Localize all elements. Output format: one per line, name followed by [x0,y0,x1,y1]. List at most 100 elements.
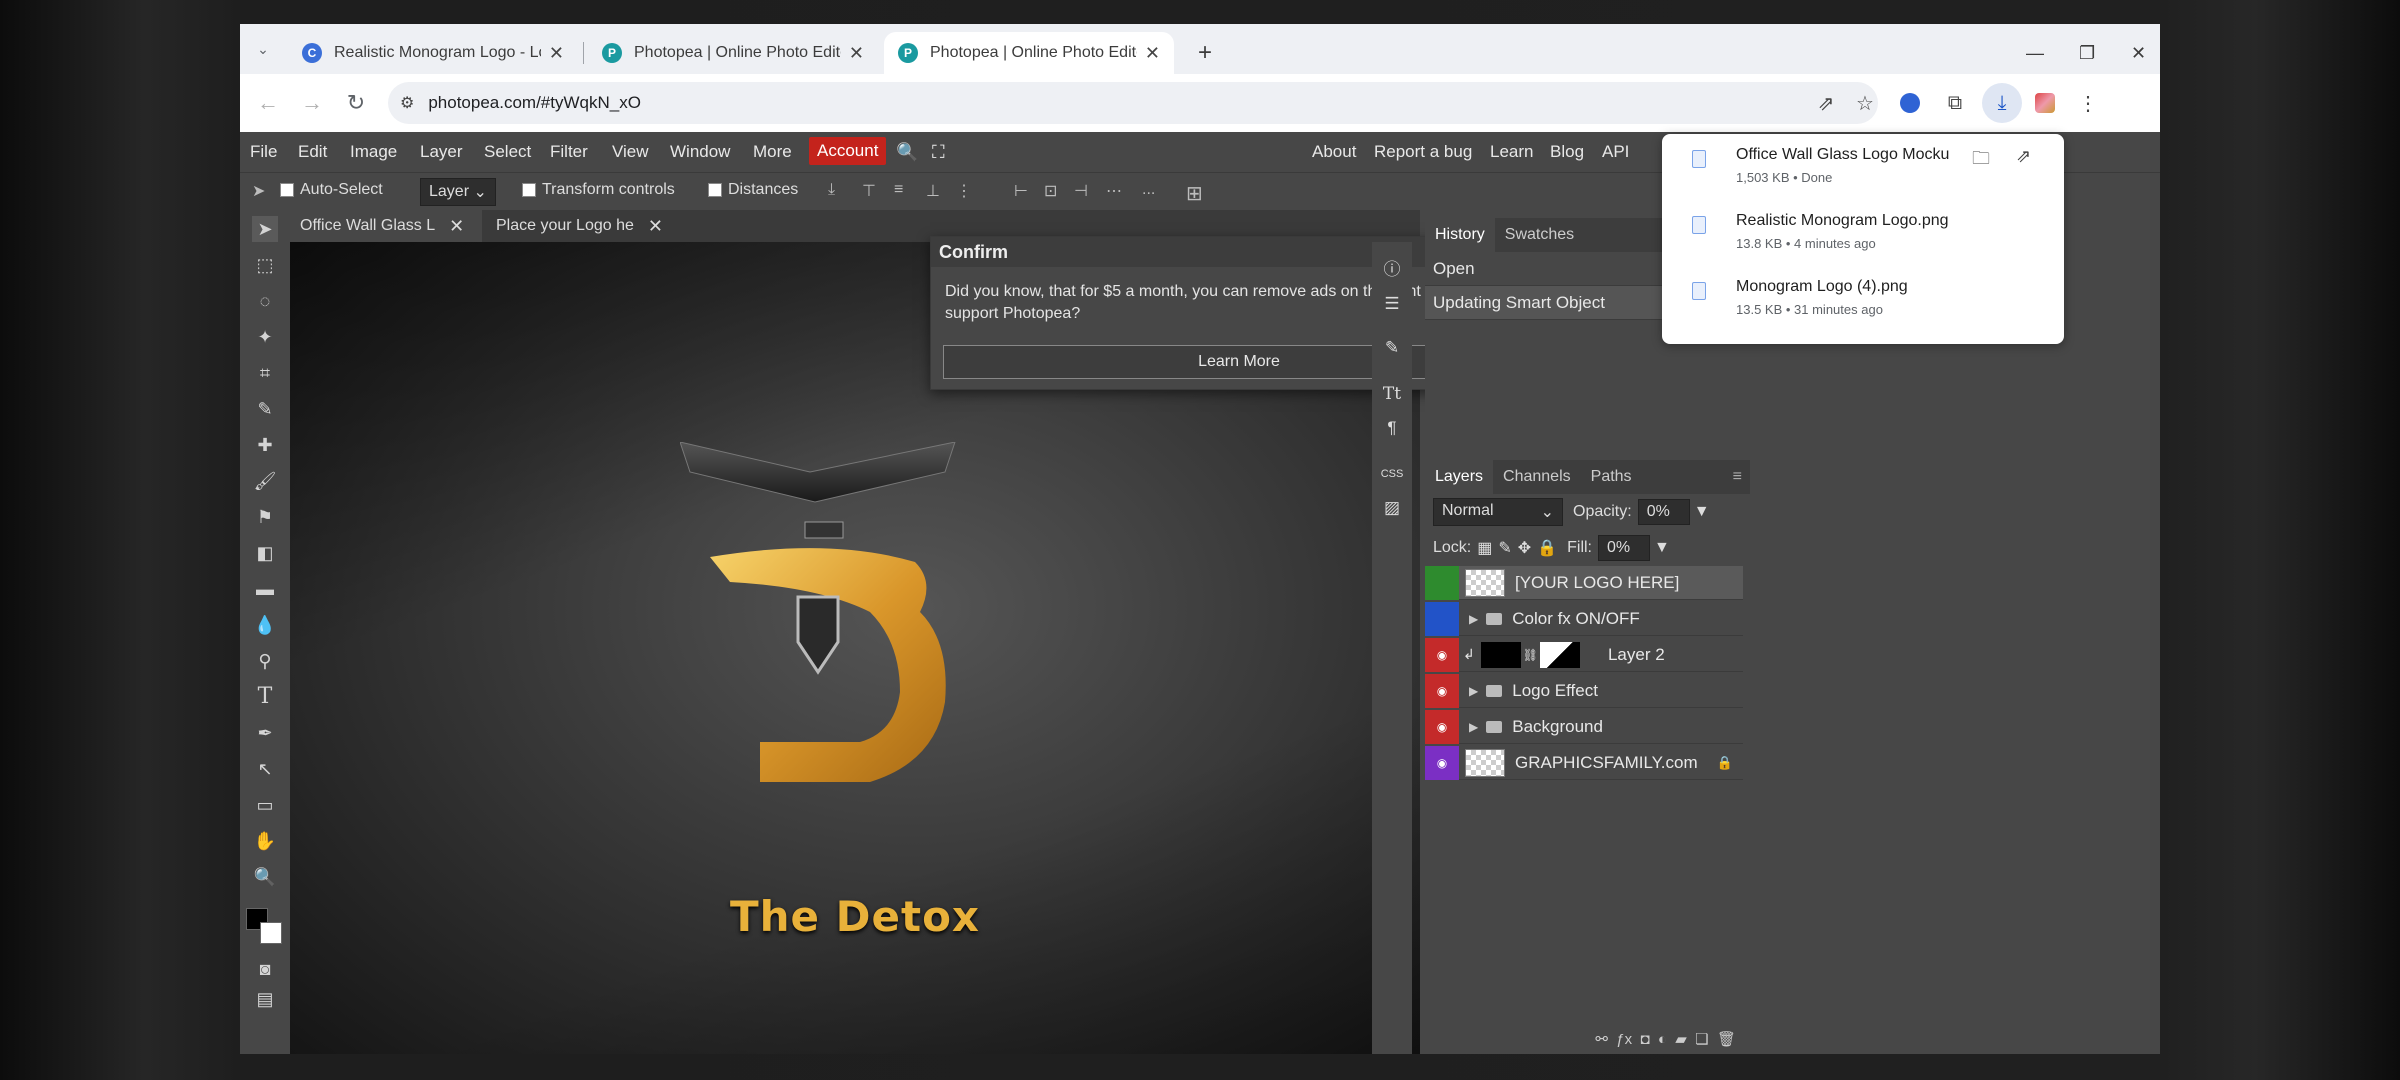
layer-select-dropdown[interactable]: Layer ⌄ [420,178,496,206]
distances-checkbox[interactable]: Distances [708,181,798,199]
menu-file[interactable]: File [250,142,277,162]
tab-paths[interactable]: Paths [1581,460,1642,494]
browser-tab-1[interactable]: C Realistic Monogram Logo - Logo ✕ [288,32,578,74]
panel-menu-icon[interactable]: ≡ [1733,468,1742,486]
lock-all-icon[interactable]: 🔒 [1537,538,1557,558]
profile-avatar[interactable] [2025,83,2065,123]
layer-row[interactable]: ◉ ▶ Logo Effect [1425,673,1743,708]
hand-tool-icon[interactable]: ✋ [252,828,278,854]
type-tool-icon[interactable]: T [252,684,278,710]
close-document-icon[interactable]: ✕ [648,216,663,237]
eyedropper-icon[interactable]: ✎ [252,396,278,422]
menu-report-bug[interactable]: Report a bug [1374,142,1472,162]
layer-row[interactable]: ◉ ▶ Background [1425,709,1743,744]
eraser-tool-icon[interactable]: ◧ [252,540,278,566]
healing-brush-icon[interactable]: ✚ [252,432,278,458]
close-window-button[interactable]: ✕ [2117,32,2160,74]
align-download-icon[interactable]: ⤓ [828,181,835,199]
address-bar[interactable]: ⚙ photopea.com/#tyWqkN_xO [388,82,1878,124]
eye-icon[interactable]: ◉ [1425,637,1459,672]
document-tab-2[interactable]: Place your Logo he ✕ [486,210,678,242]
align-top-icon[interactable]: ⊤ [862,181,876,201]
fill-dropdown-icon[interactable]: ▼ [1654,539,1670,557]
downloads-icon[interactable]: ⤓ [1982,83,2022,123]
eye-icon[interactable]: ◉ [1425,673,1459,708]
adjustment-layer-icon[interactable]: ◐ [1658,1031,1667,1048]
crop-tool-icon[interactable]: ⌗ [252,360,278,386]
expand-arrow-icon[interactable]: ▶ [1469,720,1478,734]
tab-search-button[interactable]: ⌄ [248,34,278,64]
dodge-tool-icon[interactable]: ⚲ [252,648,278,674]
brush-tool-icon[interactable]: 🖌 [252,468,278,494]
layer-row[interactable]: ◉ GRAPHICSFAMILY.com 🔒 [1425,745,1743,780]
close-tab-icon[interactable]: ✕ [1145,43,1160,64]
site-settings-icon[interactable]: ⚙ [400,93,414,113]
blend-mode-select[interactable]: Normal ⌄ [1433,498,1563,526]
blur-tool-icon[interactable]: 💧 [252,612,278,638]
brush-panel-icon[interactable]: ✎ [1380,336,1404,360]
close-tab-icon[interactable]: ✕ [849,43,864,64]
menu-kebab-icon[interactable]: ⋮ [2068,83,2108,123]
new-tab-button[interactable]: + [1184,32,1224,74]
distribute-icon[interactable]: ⋮ [956,181,972,201]
folder-icon[interactable]: 🗀 [1972,146,1990,176]
menu-learn[interactable]: Learn [1490,142,1533,162]
extension-blue-icon[interactable] [1890,83,1930,123]
layer-style-icon[interactable]: ƒx [1616,1031,1632,1048]
shape-tool-icon[interactable]: ▭ [252,792,278,818]
visibility-toggle[interactable] [1425,601,1459,636]
new-layer-icon[interactable]: ❏ [1695,1031,1708,1048]
opacity-input[interactable]: 0% [1637,499,1690,525]
menu-more[interactable]: More [753,142,792,162]
quick-mask-icon[interactable]: ◙ [252,956,278,982]
tab-history[interactable]: History [1425,218,1495,252]
search-icon[interactable]: 🔍 [896,142,918,163]
minimize-button[interactable]: — [2012,32,2058,74]
expand-arrow-icon[interactable]: ▶ [1469,684,1478,698]
extensions-puzzle-icon[interactable]: ⧉ [1935,83,1975,123]
auto-select-checkbox[interactable]: Auto-Select [280,181,383,199]
menu-about[interactable]: About [1312,142,1356,162]
lock-pixels-icon[interactable]: ▦ [1477,538,1492,558]
browser-tab-2[interactable]: P Photopea | Online Photo Editor ✕ [588,32,878,74]
close-tab-icon[interactable]: ✕ [549,43,564,64]
close-document-icon[interactable]: ✕ [449,216,464,237]
download-name[interactable]: Office Wall Glass Logo Mockup [1736,146,1950,164]
tab-layers[interactable]: Layers [1425,460,1494,494]
distribute-h-icon[interactable]: ⋯ [1106,181,1122,201]
lock-move-icon[interactable]: ✥ [1518,538,1531,558]
magic-wand-icon[interactable]: ✦ [252,324,278,350]
pen-tool-icon[interactable]: ✒ [252,720,278,746]
zoom-tool-icon[interactable]: 🔍 [252,864,278,890]
visibility-toggle[interactable] [1425,565,1459,600]
download-name[interactable]: Monogram Logo (4).png [1736,278,2036,296]
menu-edit[interactable]: Edit [298,142,327,162]
menu-image[interactable]: Image [350,142,397,162]
paragraph-icon[interactable]: ¶ [1380,416,1404,440]
layer-row[interactable]: ◉ ↲ ⛓ Layer 2 [1425,637,1743,672]
url-text[interactable]: photopea.com/#tyWqkN_xO [428,93,641,113]
image-panel-icon[interactable]: ▨ [1380,496,1404,520]
align-center-icon[interactable]: ⊡ [1044,181,1057,201]
layer-row[interactable]: ▶ Color fx ON/OFF [1425,601,1743,636]
menu-layer[interactable]: Layer [420,142,463,162]
add-mask-icon[interactable]: ◘ [1640,1031,1649,1048]
opacity-dropdown-icon[interactable]: ▼ [1694,503,1710,521]
screen-mode-icon[interactable]: ▤ [252,986,278,1012]
menu-window[interactable]: Window [670,142,730,162]
menu-filter[interactable]: Filter [550,142,588,162]
align-right-icon[interactable]: ⊣ [1074,181,1088,201]
menu-select[interactable]: Select [484,142,531,162]
tab-swatches[interactable]: Swatches [1495,218,1584,252]
download-item[interactable]: Realistic Monogram Logo.png 13.8 KB • 4 … [1662,200,2064,262]
lock-paint-icon[interactable]: ✎ [1498,538,1511,558]
open-external-icon[interactable]: ⇗ [2016,146,2031,167]
fullscreen-icon[interactable]: ⛶ [932,142,945,163]
download-item[interactable]: Monogram Logo (4).png 13.5 KB • 31 minut… [1662,266,2064,328]
menu-api[interactable]: API [1602,142,1629,162]
path-select-icon[interactable]: ↖ [252,756,278,782]
marquee-tool-icon[interactable]: ⬚ [252,252,278,278]
browser-tab-3-active[interactable]: P Photopea | Online Photo Editor ✕ [884,32,1174,74]
back-arrow-icon[interactable]: ← [248,83,288,123]
bookmark-star-icon[interactable]: ☆ [1845,83,1885,123]
